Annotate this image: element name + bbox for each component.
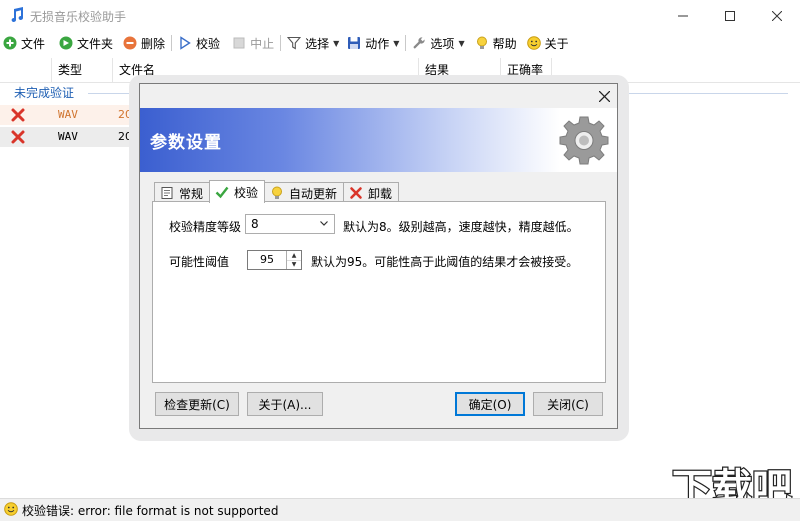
threshold-value: 95: [260, 253, 274, 266]
select-button-label: 选择: [305, 36, 330, 51]
delete-button-label: 删除: [141, 36, 166, 51]
verify-button-label: 校验: [196, 36, 221, 51]
chevron-down-icon: ▼: [393, 38, 400, 48]
precision-select[interactable]: 8: [245, 214, 335, 234]
tab-auto-update[interactable]: 自动更新: [264, 182, 345, 203]
toolbar-separator: [405, 35, 407, 51]
smiley-icon: [4, 502, 18, 516]
status-bar: 校验错误: error: file format is not supporte…: [0, 498, 800, 521]
options-button-label: 选项: [430, 36, 455, 51]
delete-button[interactable]: 删除: [120, 32, 168, 54]
list-item-type: WAV: [58, 108, 78, 121]
play-icon: [180, 36, 191, 50]
error-x-icon: [11, 130, 25, 144]
lightbulb-icon: [272, 186, 283, 199]
list-item-type: WAV: [58, 130, 78, 143]
dialog-about-button[interactable]: 关于(A)...: [247, 392, 323, 416]
tab-label: 校验: [234, 185, 259, 200]
title-bar: 无损音乐校验助手: [0, 0, 800, 31]
threshold-stepper[interactable]: 95 ▲ ▼: [247, 250, 302, 270]
add-folder-icon: [59, 36, 73, 50]
gear-icon: [559, 116, 609, 165]
add-file-icon: [3, 36, 17, 50]
delete-icon: [123, 36, 137, 50]
maximize-button[interactable]: [707, 0, 753, 31]
maximize-icon: [725, 10, 735, 21]
threshold-label: 可能性阈值: [169, 255, 230, 269]
dialog-close-button[interactable]: [595, 87, 613, 105]
column-type[interactable]: 类型: [51, 58, 113, 82]
folder-button[interactable]: 文件夹: [56, 32, 116, 54]
list-item[interactable]: WAV 2021: [0, 127, 146, 147]
tab-label: 常规: [179, 186, 204, 201]
filter-icon: [287, 36, 302, 50]
verify-tab-panel: 校验精度等级 8 默认为8。级别越高，速度越快，精度越低。 可能性阈值 95 ▲…: [152, 201, 606, 383]
action-button-label: 动作: [365, 36, 390, 51]
checkmark-icon: [215, 186, 229, 199]
music-note-icon: [11, 7, 23, 22]
spin-down-icon[interactable]: ▼: [287, 260, 301, 269]
options-button[interactable]: 选项 ▼: [409, 32, 467, 54]
verify-button[interactable]: 校验: [175, 32, 223, 54]
tab-label: 卸载: [368, 186, 393, 201]
lightbulb-icon: [476, 36, 487, 49]
minimize-button[interactable]: [660, 0, 706, 31]
save-icon: [348, 37, 361, 49]
action-button[interactable]: 动作 ▼: [344, 32, 402, 54]
list-item[interactable]: WAV 2021: [0, 105, 146, 125]
wrench-icon: [413, 37, 426, 49]
file-button[interactable]: 文件: [0, 32, 48, 54]
minimize-icon: [678, 15, 688, 16]
dialog-close-text-button[interactable]: 关闭(C): [533, 392, 603, 416]
tab-uninstall[interactable]: 卸载: [343, 182, 400, 203]
status-text: 校验错误: error: file format is not supporte…: [22, 504, 279, 518]
about-button[interactable]: 关于: [524, 32, 572, 54]
uninstall-x-icon: [350, 187, 362, 199]
tab-label: 自动更新: [289, 186, 338, 201]
group-label: 未完成验证: [14, 86, 75, 100]
toolbar-separator: [280, 35, 282, 51]
tab-verify[interactable]: 校验: [209, 180, 266, 203]
error-x-icon: [11, 108, 25, 122]
document-icon: [161, 187, 173, 199]
dialog-banner: 参数设置: [140, 108, 617, 172]
precision-value: 8: [251, 217, 259, 231]
threshold-description: 默认为95。可能性高于此阈值的结果才会被接受。: [311, 255, 579, 269]
chevron-down-icon: ▼: [458, 38, 465, 48]
close-window-button[interactable]: [754, 0, 800, 31]
stop-button-label: 中止: [250, 36, 275, 51]
close-icon: [598, 90, 610, 102]
select-button[interactable]: 选择 ▼: [284, 32, 342, 54]
ok-button[interactable]: 确定(O): [455, 392, 525, 416]
help-button-label: 帮助: [492, 36, 517, 51]
precision-description: 默认为8。级别越高，速度越快，精度越低。: [343, 220, 579, 234]
file-button-label: 文件: [21, 36, 46, 51]
stop-button[interactable]: 中止: [229, 32, 277, 54]
folder-button-label: 文件夹: [77, 36, 114, 51]
close-icon: [772, 10, 782, 21]
toolbar-separator: [171, 35, 173, 51]
precision-label: 校验精度等级: [169, 220, 242, 234]
help-button[interactable]: 帮助: [472, 32, 520, 54]
check-update-button[interactable]: 检查更新(C): [155, 392, 239, 416]
about-button-label: 关于: [544, 36, 569, 51]
toolbar: 文件 文件夹 删除 校验 中止 选择 ▼ 动作 ▼ 选项 ▼ 帮助 关于: [0, 31, 800, 55]
threshold-spinner: ▲ ▼: [286, 251, 301, 269]
settings-dialog: 参数设置 常规 校验 自动更新 卸载 校验精度等级 8 默认为8。级别越高，速度…: [139, 83, 618, 429]
tab-bar: 常规 校验 自动更新 卸载: [154, 180, 400, 203]
tab-general[interactable]: 常规: [154, 182, 211, 203]
smiley-icon: [526, 36, 541, 50]
chevron-down-icon: ▼: [333, 38, 340, 48]
banner-title: 参数设置: [150, 133, 222, 153]
window-title: 无损音乐校验助手: [30, 10, 127, 24]
stop-icon: [233, 37, 245, 49]
chevron-down-icon: [320, 221, 328, 226]
